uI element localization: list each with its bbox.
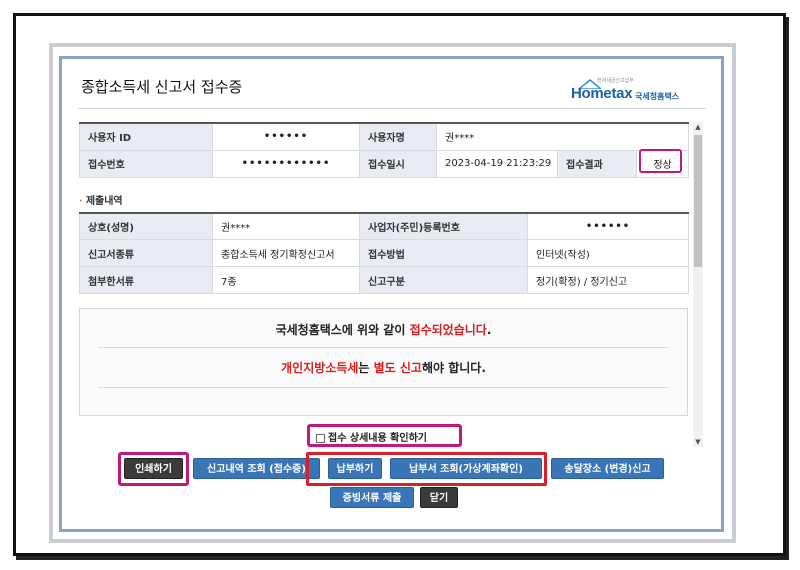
message-text: . — [486, 323, 492, 337]
scroll-thumb[interactable] — [694, 135, 702, 267]
report-type-label: 신고서종류 — [79, 239, 213, 267]
receipt-date-label: 접수일시 — [359, 149, 437, 178]
report-type-value: 종합소득세 정기확정신고서 — [212, 239, 360, 267]
logo-text: Hometax — [571, 85, 633, 102]
message-text: 해야 합니다. — [421, 361, 486, 375]
message-text: 국세청홈택스에 위와 같이 — [275, 323, 410, 337]
category-value: 정기(확정) / 정기신고 — [527, 266, 689, 294]
history-button[interactable]: 신고내역 조회 (접수증) — [193, 458, 320, 479]
company-label: 상호(성명) — [79, 212, 213, 240]
receipt-window: 종합소득세 신고서 접수증 전자세금신고납부 Hometax 국세청홈택스 사용… — [59, 56, 724, 532]
hometax-logo: 전자세금신고납부 Hometax 국세청홈택스 — [569, 77, 699, 107]
address-change-button[interactable]: 송달장소 (변경)신고 — [551, 458, 664, 479]
close-button[interactable]: 닫기 — [420, 487, 458, 508]
reg-no-value: •••••• — [527, 212, 689, 240]
print-button[interactable]: 인쇄하기 — [124, 458, 183, 479]
pay-inquiry-button[interactable]: 납부서 조회(가상계좌확인) — [390, 458, 542, 479]
message-box: 국세청홈택스에 위와 같이 접수되었습니다. 개인지방소득세는 별도 신고해야 … — [79, 308, 688, 416]
message-highlight: 별도 신고 — [373, 361, 422, 375]
category-label: 신고구분 — [359, 266, 528, 294]
checkbox[interactable] — [316, 433, 325, 443]
attach-value: 7종 — [212, 266, 360, 294]
detail-checkbox-field[interactable]: 접수 상세내용 확인하기 — [307, 424, 462, 447]
attach-label: 첨부한서류 — [79, 266, 213, 294]
receipt-date-value: 2023-04-19 21:23:29 — [436, 149, 558, 178]
scroll-content: 사용자 ID •••••• 사용자명 권**** 접수번호 ••••••••••… — [79, 122, 699, 456]
result-label: 접수결과 — [557, 149, 637, 178]
scroll-up-icon[interactable]: ▲ — [693, 122, 703, 132]
pay-button[interactable]: 납부하기 — [328, 458, 382, 479]
message-highlight: 접수되었습니다 — [409, 323, 487, 337]
table-row: 신고서종류 종합소득세 정기확정신고서 접수방법 인터넷(작성) — [79, 239, 689, 267]
scroll-down-icon[interactable]: ▼ — [693, 437, 703, 447]
message-line-2: 개인지방소득세는 별도 신고해야 합니다. — [80, 359, 687, 376]
title-divider — [78, 108, 706, 109]
user-name-label: 사용자명 — [359, 122, 437, 151]
section-title-text: 제출내역 — [85, 195, 123, 207]
vertical-scrollbar[interactable]: ▲ ▼ — [693, 122, 703, 447]
evidence-submit-button[interactable]: 증빙서류 제출 — [330, 487, 414, 508]
table-row: 접수번호 •••••••••••• 접수일시 2023-04-19 21:23:… — [79, 149, 690, 178]
page-title: 종합소득세 신고서 접수증 — [81, 78, 243, 96]
receipt-no-value: •••••••••••• — [212, 149, 360, 178]
reg-no-label: 사업자(주민)등록번호 — [359, 212, 528, 240]
table-row: 상호(성명) 권**** 사업자(주민)등록번호 •••••• — [79, 212, 689, 240]
receipt-table: 사용자 ID •••••• 사용자명 권**** 접수번호 ••••••••••… — [79, 122, 690, 178]
submission-table: 상호(성명) 권**** 사업자(주민)등록번호 •••••• 신고서종류 종합… — [79, 211, 689, 294]
message-line-1: 국세청홈택스에 위와 같이 접수되었습니다. — [80, 321, 687, 338]
logo-korean: 국세청홈택스 — [635, 92, 680, 101]
table-row: 첨부한서류 7종 신고구분 정기(확정) / 정기신고 — [79, 266, 689, 294]
logo-small-text: 전자세금신고납부 — [597, 78, 634, 84]
message-text: 는 — [358, 361, 374, 375]
bullet-icon: · — [79, 195, 83, 207]
receipt-no-label: 접수번호 — [79, 149, 213, 178]
message-highlight: 개인지방소득세 — [281, 361, 359, 375]
method-label: 접수방법 — [359, 239, 528, 267]
checkbox-label: 접수 상세내용 확인하기 — [328, 433, 427, 444]
divider — [98, 347, 669, 348]
result-highlight — [639, 149, 682, 173]
user-name-value: 권**** — [435, 122, 690, 151]
divider — [98, 387, 669, 388]
method-value: 인터넷(작성) — [527, 239, 689, 267]
company-value: 권**** — [212, 212, 360, 240]
section-title: · 제출내역 — [79, 192, 699, 207]
user-id-label: 사용자 ID — [79, 122, 213, 151]
user-id-value: •••••• — [212, 122, 360, 151]
table-row: 사용자 ID •••••• 사용자명 권**** — [79, 122, 690, 151]
